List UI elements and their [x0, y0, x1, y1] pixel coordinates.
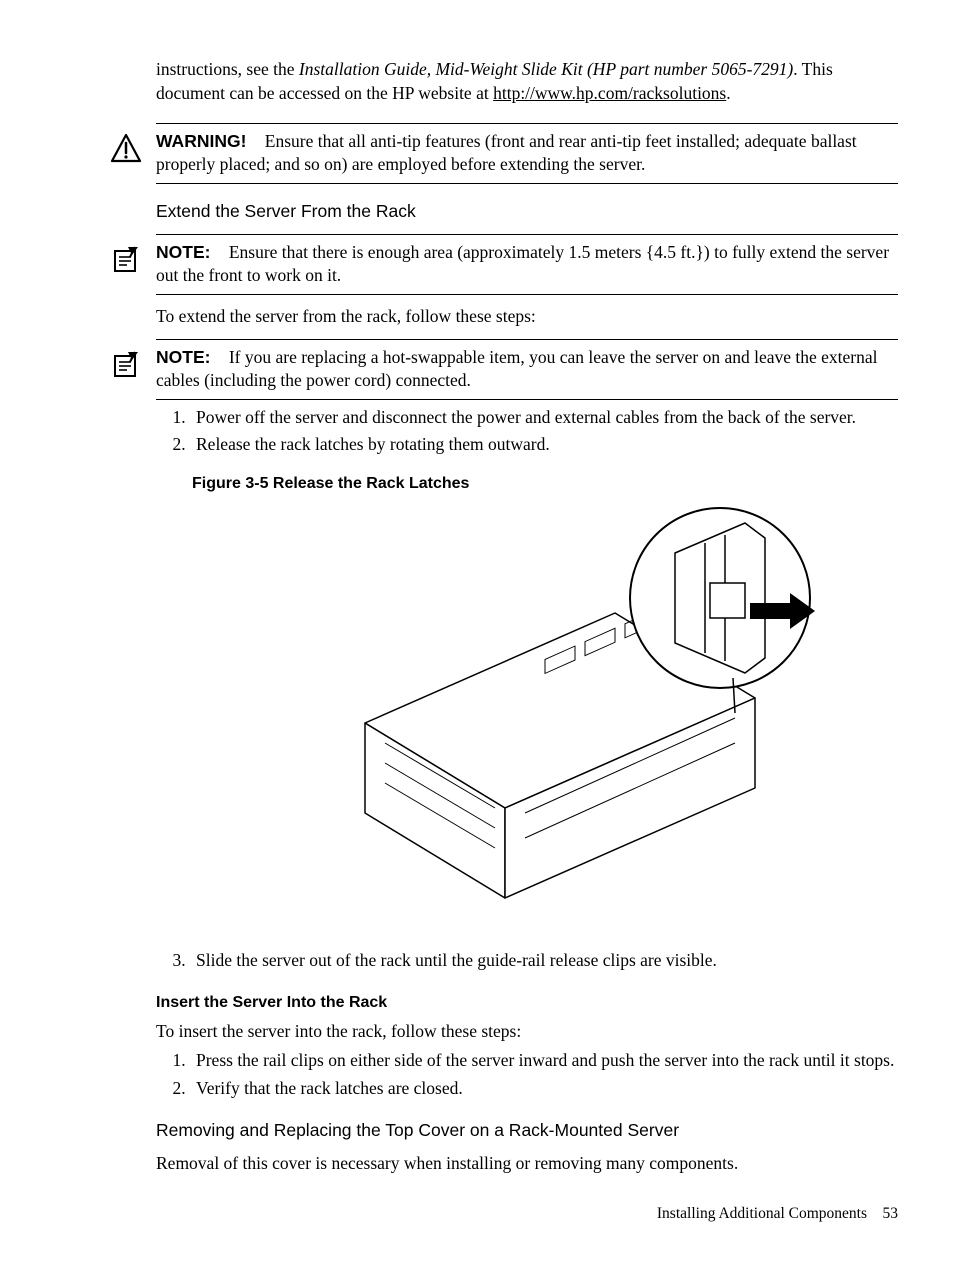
divider: [156, 339, 898, 340]
note-icon: [110, 243, 142, 275]
divider: [156, 294, 898, 295]
divider: [156, 234, 898, 235]
note-block: NOTE: Ensure that there is enough area (…: [112, 241, 898, 288]
extend-steps: Power off the server and disconnect the …: [112, 406, 898, 457]
note-text: If you are replacing a hot-swappable ite…: [156, 347, 878, 391]
note-icon: [110, 348, 142, 380]
note-label: NOTE:: [156, 347, 210, 367]
footer-section: Installing Additional Components: [657, 1205, 867, 1222]
figure-3-5: [192, 503, 898, 943]
list-item: Slide the server out of the rack until t…: [190, 949, 898, 973]
note-block: NOTE: If you are replacing a hot-swappab…: [112, 346, 898, 393]
note-label: NOTE:: [156, 242, 210, 262]
divider: [156, 183, 898, 184]
list-item: Verify that the rack latches are closed.: [190, 1077, 898, 1101]
intro-paragraph: instructions, see the Installation Guide…: [112, 58, 898, 105]
warning-block: WARNING! Ensure that all anti-tip featur…: [112, 130, 898, 177]
divider: [156, 399, 898, 400]
insert-title: Insert the Server Into the Rack: [156, 992, 898, 1014]
page-footer: Installing Additional Components 53: [657, 1204, 898, 1225]
section-extend-title: Extend the Server From the Rack: [156, 200, 898, 224]
top-cover-text: Removal of this cover is necessary when …: [156, 1152, 898, 1176]
rack-solutions-link[interactable]: http://www.hp.com/racksolutions: [493, 83, 726, 103]
insert-steps: Press the rail clips on either side of t…: [112, 1049, 898, 1100]
warning-icon: [110, 132, 142, 164]
italic-title: Installation Guide, Mid-Weight Slide Kit…: [299, 59, 793, 79]
list-item: Release the rack latches by rotating the…: [190, 433, 898, 457]
figure-caption: Figure 3-5 Release the Rack Latches: [192, 473, 898, 495]
insert-intro: To insert the server into the rack, foll…: [156, 1020, 898, 1044]
document-page: instructions, see the Installation Guide…: [0, 0, 954, 1271]
page-number: 53: [883, 1205, 899, 1222]
top-cover-title: Removing and Replacing the Top Cover on …: [156, 1119, 898, 1143]
extend-steps-cont: Slide the server out of the rack until t…: [112, 949, 898, 973]
warning-text: Ensure that all anti-tip features (front…: [156, 131, 857, 175]
list-item: Power off the server and disconnect the …: [190, 406, 898, 430]
note-text: Ensure that there is enough area (approx…: [156, 242, 889, 286]
text: instructions, see the: [156, 59, 299, 79]
rack-latch-illustration: [245, 503, 845, 943]
extend-intro: To extend the server from the rack, foll…: [112, 305, 898, 329]
divider: [156, 123, 898, 124]
list-item: Press the rail clips on either side of t…: [190, 1049, 898, 1073]
warning-label: WARNING!: [156, 131, 246, 151]
text: .: [726, 83, 730, 103]
